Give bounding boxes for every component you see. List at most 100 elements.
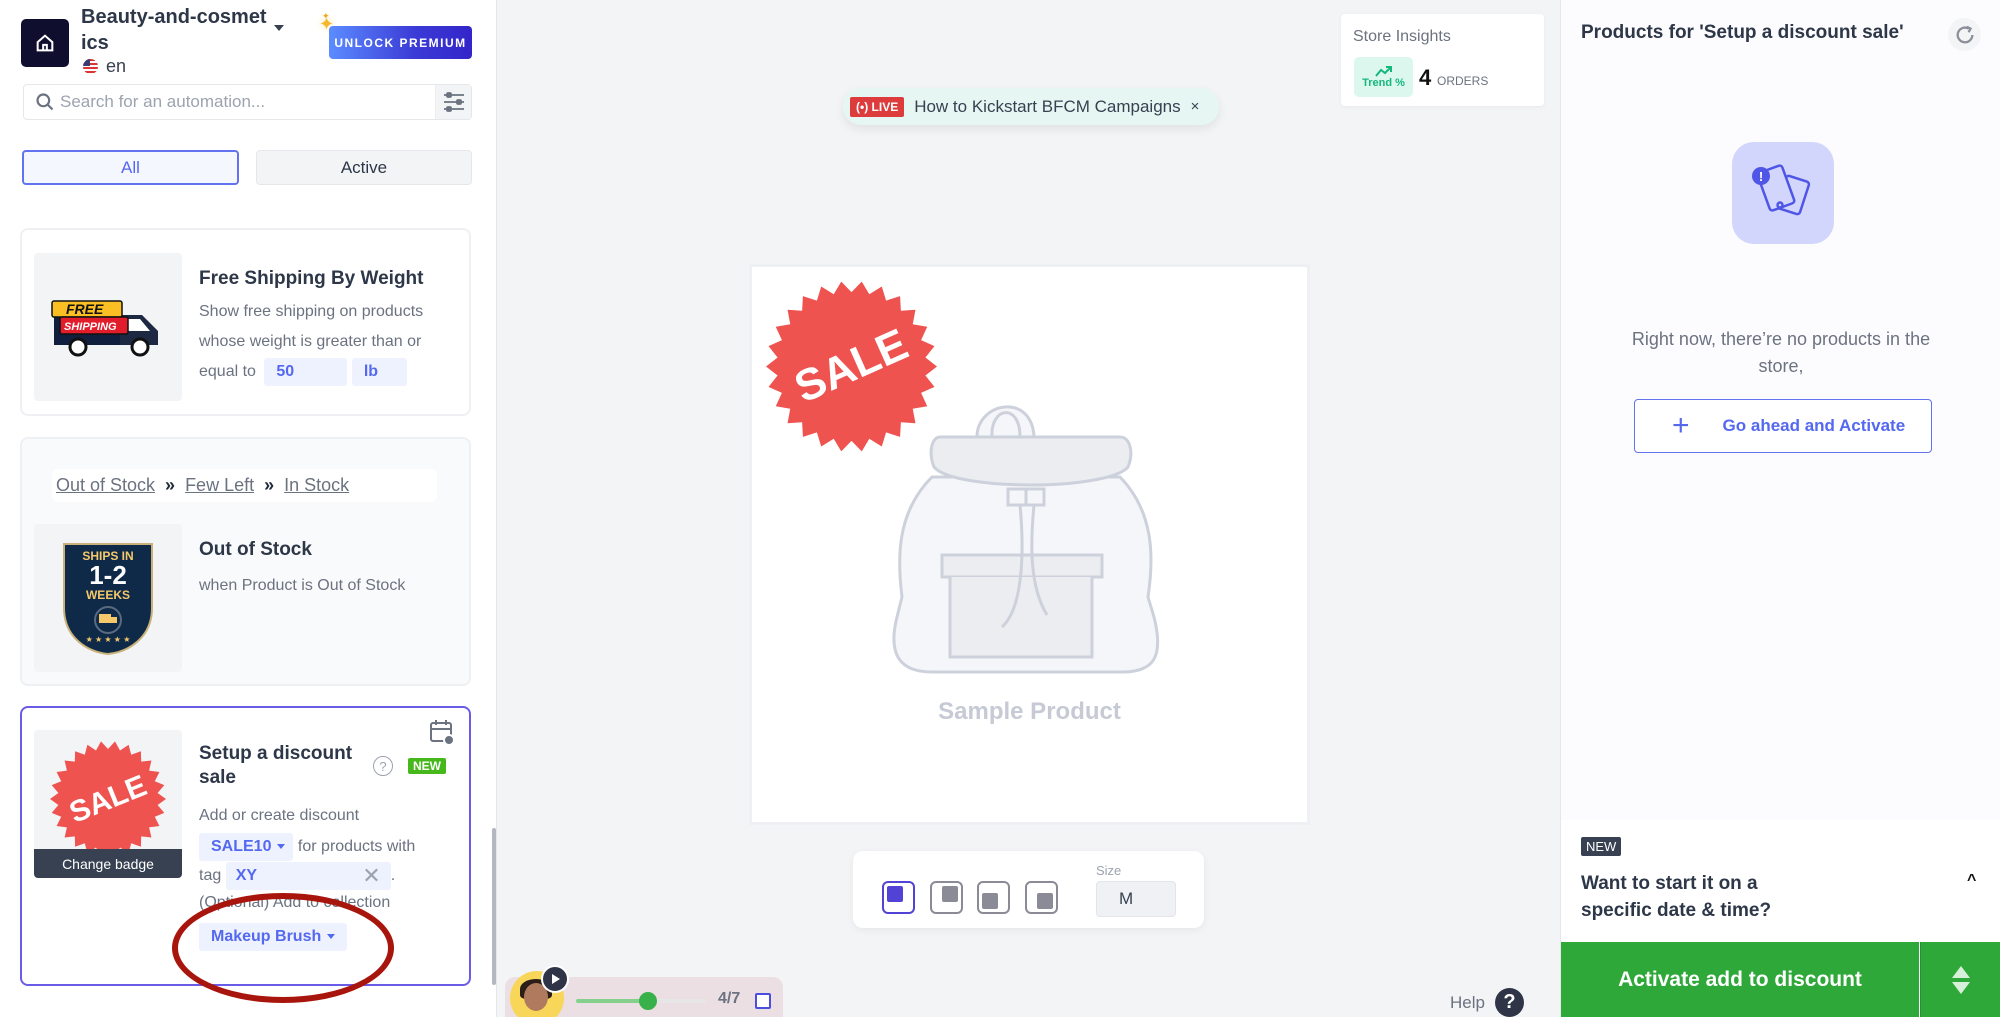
shipping-text: SHIPPING xyxy=(64,321,117,333)
svg-text:★ ★ ★ ★ ★: ★ ★ ★ ★ ★ xyxy=(86,635,131,644)
play-button[interactable] xyxy=(541,965,569,993)
home-button[interactable] xyxy=(21,19,69,67)
free-text: FREE xyxy=(66,301,104,317)
automation-description: Show free shipping on products whose wei… xyxy=(199,297,449,387)
position-top-right-button[interactable] xyxy=(930,881,963,914)
description-line: Add or create discount xyxy=(199,807,360,824)
discount-code-value: SALE10 xyxy=(211,837,272,855)
flow-step-out-of-stock[interactable]: Out of Stock xyxy=(56,475,155,496)
insights-title: Store Insights xyxy=(1353,28,1451,45)
close-icon[interactable]: × xyxy=(1191,98,1200,115)
automation-card-discount-sale[interactable]: SALE Change badge Setup a discount sale … xyxy=(20,706,471,986)
position-indicator-icon xyxy=(982,893,998,909)
product-preview: SALE Sample Product xyxy=(749,264,1310,825)
trending-up-icon xyxy=(1374,66,1392,77)
trend-badge: Trend % xyxy=(1354,57,1413,97)
store-name[interactable]: Beauty-and-cosmetics xyxy=(81,4,271,56)
badge-position-toolbar: Size M xyxy=(853,851,1204,928)
step-checkbox[interactable] xyxy=(755,993,771,1009)
help-button[interactable]: Help ? xyxy=(1450,988,1524,1017)
position-bottom-right-button[interactable] xyxy=(1025,881,1058,914)
chevron-up-icon[interactable]: ^ xyxy=(1967,872,1976,890)
collection-value: Makeup Brush xyxy=(211,927,322,945)
weight-value-input[interactable]: 50 xyxy=(264,357,348,386)
tag-value: XY xyxy=(235,867,258,885)
empty-state-text: Right now, there’re no products in the s… xyxy=(1631,329,1931,376)
home-icon xyxy=(36,34,54,52)
automation-description: Add or create discount SALE10 for produc… xyxy=(199,800,459,952)
automation-sidebar: Beauty-and-cosmetics en ✦ ✦ UNLOCK PREMI… xyxy=(0,0,497,1017)
tab-all[interactable]: All xyxy=(22,150,239,185)
play-icon xyxy=(552,974,560,984)
filter-button[interactable] xyxy=(435,85,471,119)
tutorial-progress-slider[interactable] xyxy=(576,992,706,1010)
us-flag-icon xyxy=(83,59,98,74)
plus-icon: + xyxy=(1672,409,1690,442)
language-label: en xyxy=(106,56,127,76)
unlock-premium-button[interactable]: UNLOCK PREMIUM xyxy=(329,26,472,59)
help-label: Help xyxy=(1450,992,1485,1012)
language-selector[interactable]: en xyxy=(83,56,126,77)
refresh-icon xyxy=(1956,25,1973,43)
flow-step-few-left[interactable]: Few Left xyxy=(185,475,254,496)
products-panel: Products for 'Setup a discount sale' ! R… xyxy=(1560,0,2000,1017)
automation-title: Free Shipping By Weight xyxy=(199,268,424,289)
free-shipping-badge-thumbnail: FREE SHIPPING xyxy=(34,253,182,401)
tab-active[interactable]: Active xyxy=(256,150,472,185)
chevron-down-icon xyxy=(277,844,286,850)
go-ahead-activate-button[interactable]: + Go ahead and Activate xyxy=(1634,399,1932,453)
live-tag-text: LIVE xyxy=(871,99,899,114)
new-badge: NEW xyxy=(1581,837,1622,856)
flow-step-in-stock[interactable]: In Stock xyxy=(284,475,349,496)
weight-unit-select[interactable]: lb xyxy=(351,357,407,386)
sidebar-scrollbar[interactable] xyxy=(492,828,496,985)
slider-thumb[interactable] xyxy=(638,992,657,1010)
ships-in-weeks-badge-icon: SHIPS IN 1-2 WEEKS ★ ★ ★ ★ ★ xyxy=(63,543,153,656)
store-insights-card[interactable]: Store Insights Trend % 4 ORDERS xyxy=(1341,14,1544,106)
help-question-icon: ? xyxy=(1494,988,1524,1017)
activate-options-toggle[interactable] xyxy=(1920,942,2000,1017)
calendar-schedule-icon[interactable] xyxy=(429,718,455,751)
clear-tag-icon[interactable]: ✕ xyxy=(362,860,380,891)
sale-badge-thumbnail[interactable]: SALE Change badge xyxy=(34,730,182,878)
orders-count: 4 xyxy=(1419,65,1432,90)
sale-badge-icon: SALE xyxy=(50,741,166,857)
position-top-left-button[interactable] xyxy=(882,881,915,914)
badge-weeks-number-text: 1-2 xyxy=(89,560,127,590)
description-text: for products with xyxy=(297,838,416,855)
tag-input[interactable]: XY ✕ xyxy=(225,860,391,891)
badge-weeks-text: WEEKS xyxy=(86,588,130,602)
automation-description: when Product is Out of Stock xyxy=(199,577,406,594)
help-icon[interactable]: ? xyxy=(373,756,393,776)
position-indicator-icon xyxy=(887,886,903,902)
schedule-section: NEW Want to start it on a specific date … xyxy=(1561,820,2000,942)
tag-suffix: . xyxy=(390,867,396,884)
store-dropdown-caret-icon[interactable] xyxy=(274,25,284,31)
live-webinar-banner[interactable]: (•) LIVE How to Kickstart BFCM Campaigns… xyxy=(843,88,1220,125)
sample-product-label: Sample Product xyxy=(938,698,1121,725)
activate-outline-label: Go ahead and Activate xyxy=(1722,416,1906,435)
automation-card-free-shipping[interactable]: FREE SHIPPING Free Shipping By Weight Sh… xyxy=(20,228,471,416)
backpack-placeholder-icon xyxy=(892,405,1160,674)
discount-code-dropdown[interactable]: SALE10 xyxy=(199,832,294,861)
collection-label: (Optional) Add to collection xyxy=(199,894,391,911)
activate-add-to-discount-button[interactable]: Activate add to discount xyxy=(1561,942,1919,1017)
sliders-icon xyxy=(443,92,464,112)
collection-dropdown[interactable]: Makeup Brush xyxy=(199,922,348,951)
ships-in-badge-thumbnail: SHIPS IN 1-2 WEEKS ★ ★ ★ ★ ★ xyxy=(34,524,182,672)
position-bottom-left-button[interactable] xyxy=(977,881,1010,914)
arrow-up-icon xyxy=(1952,965,1970,978)
change-badge-button[interactable]: Change badge xyxy=(34,849,182,878)
refresh-button[interactable] xyxy=(1948,18,1981,51)
stock-flow-breadcrumb: Out of Stock » Few Left » In Stock xyxy=(52,469,437,502)
slider-fill xyxy=(576,999,648,1003)
live-title: How to Kickstart BFCM Campaigns xyxy=(914,96,1181,116)
schedule-question: Want to start it on a specific date & ti… xyxy=(1581,873,1772,921)
size-select[interactable]: M xyxy=(1096,881,1176,917)
automation-card-out-of-stock[interactable]: Out of Stock » Few Left » In Stock SHIPS… xyxy=(20,437,471,686)
price-tags-alert-icon: ! xyxy=(1752,164,1811,216)
automation-title: Out of Stock xyxy=(199,539,312,560)
search-input[interactable] xyxy=(60,92,435,112)
step-counter: 4/7 xyxy=(718,990,741,1007)
flow-separator-icon: » xyxy=(165,475,176,495)
